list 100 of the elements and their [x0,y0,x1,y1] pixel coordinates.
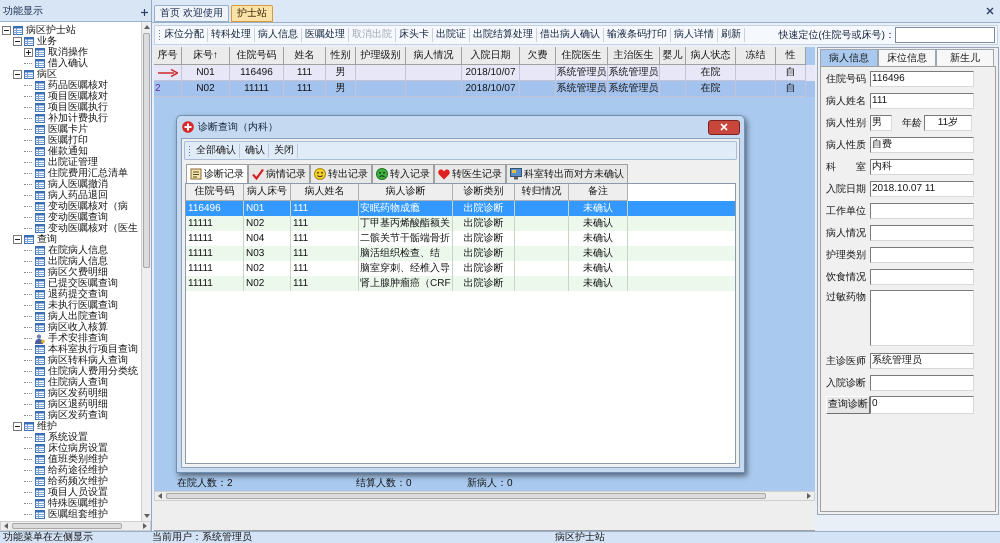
column-header[interactable]: 入院日期 [462,47,520,65]
tree-item[interactable]: 变动医嘱核对（病 [35,201,128,212]
text-field[interactable] [870,247,974,263]
tab[interactable]: 转入记录 [372,164,434,183]
tree-item[interactable]: 值班类别维护 [35,454,108,465]
tree-item[interactable]: 业务 [24,36,57,47]
tab[interactable]: 首页 欢迎使用 [154,5,229,22]
text-field[interactable] [870,203,974,219]
text-field[interactable]: 116496 [870,71,974,87]
tab[interactable]: 诊断记录 [186,164,248,183]
tree-item[interactable]: 借入确认 [35,58,88,69]
column-header[interactable]: 护理级别 [356,47,406,65]
collapse-icon[interactable] [13,422,22,431]
tree-item[interactable]: 住院病人费用分类统 [35,366,138,377]
tree-item[interactable]: 住院费用汇总清单 [35,168,128,179]
tree-item[interactable]: 补加计费执行 [35,113,108,124]
column-header[interactable]: 性别 [326,47,356,65]
scroll-thumb[interactable] [12,523,122,529]
tree-item[interactable]: 取消操作 [35,47,88,58]
tree-item[interactable]: 特殊医嘱维护 [35,498,108,509]
column-header[interactable]: 病人状态 [686,47,736,65]
tree-item[interactable]: 手术安排查询 [35,333,108,344]
text-area[interactable] [870,290,974,346]
table-row[interactable]: N01 116496 111 男 2018/10/07 系统管理员 系统管理员 在院 自 [154,65,815,81]
horizontal-scrollbar[interactable] [154,491,815,501]
vertical-scrollbar[interactable] [141,22,151,521]
tree-item[interactable]: 给药途径维护 [35,465,108,476]
column-header[interactable]: 病人诊断 [359,184,453,201]
close-icon[interactable] [986,7,994,15]
tree-item[interactable]: 病人出院查询 [35,311,108,322]
toolbar-button[interactable]: 出院结算处理 [470,28,537,42]
toolbar-button[interactable]: 刷新 [718,28,745,42]
toolbar-button[interactable]: 全部确认 [193,144,240,158]
text-field[interactable]: 0 [870,396,974,414]
tree-item[interactable]: 病人医嘱撤消 [35,179,108,190]
tab[interactable]: 科室转出而对方未确认 [506,164,628,183]
tree-item[interactable]: 病区发药查询 [35,410,108,421]
tab[interactable]: 床位信息 [878,49,936,66]
tree-item[interactable]: 医嘱卡片 [35,124,88,135]
toolbar-button[interactable]: 床位分配 [161,28,208,42]
tree-item[interactable]: 给药频次维护 [35,476,108,487]
column-header[interactable]: 冻结 [736,47,776,65]
tree-item[interactable]: 出院证管理 [35,157,98,168]
column-header[interactable]: 病人情况 [406,47,462,65]
plus-icon[interactable] [141,9,148,16]
tree-item[interactable]: 已提交医嘱查询 [35,278,118,289]
tree-item[interactable]: 本科室执行项目查询 [35,344,138,355]
collapse-icon[interactable] [13,235,22,244]
column-header[interactable]: 病人姓名 [291,184,359,201]
tree-item[interactable]: 病区转科病人查询 [35,355,128,366]
text-field[interactable] [870,269,974,285]
tree-item[interactable]: 出院病人信息 [35,256,108,267]
text-field[interactable]: 11岁 [924,115,972,131]
column-header[interactable]: 性 [776,47,806,65]
table-row[interactable]: 11111 N03 111 脑活组织检查、结 出院诊断 未确认 [186,246,735,261]
toolbar-button[interactable]: 医嘱处理 [302,28,349,42]
tree-item[interactable]: 病区护士站 [13,25,76,36]
collapse-icon[interactable] [2,26,11,35]
tree-item[interactable]: 床位病房设置 [35,443,108,454]
tree-item[interactable]: 催款通知 [35,146,88,157]
text-field[interactable]: 系统管理员 [870,353,974,369]
quick-locate-field[interactable] [895,27,995,43]
horizontal-scrollbar[interactable] [0,521,151,531]
tree-item[interactable]: 系统设置 [35,432,88,443]
tree-item[interactable]: 变动医嘱核对（医生 [35,223,138,234]
scroll-thumb[interactable] [143,33,150,268]
column-header[interactable]: 床号↑ [182,47,230,65]
tree-item[interactable]: 药品医嘱核对 [35,80,108,91]
tab[interactable]: 病情记录 [248,164,310,183]
toolbar-button[interactable]: 确认 [242,144,269,158]
column-header[interactable]: 姓名 [284,47,326,65]
toolbar-button[interactable]: 病人信息 [255,28,302,42]
column-header[interactable]: 住院号码 [230,47,284,65]
text-field[interactable]: 2018.10.07 11 [870,181,974,197]
tree-item[interactable]: 病人药品退回 [35,190,108,201]
column-header[interactable]: 婴儿 [660,47,686,65]
tree-item[interactable]: 医嘱打印 [35,135,88,146]
column-header[interactable]: 住院医生 [556,47,608,65]
tab[interactable]: 转医生记录 [434,164,506,183]
tree-item[interactable]: 病区欠费明细 [35,267,108,278]
column-header[interactable]: 欠费 [520,47,556,65]
collapse-icon[interactable] [13,37,22,46]
toolbar-button[interactable]: 输液条码打印 [604,28,671,42]
column-header[interactable]: 转归情况 [515,184,569,201]
column-header[interactable]: 诊断类别 [453,184,515,201]
table-row[interactable]: 11111 N02 111 肾上腺肿瘤癌（CRF 出院诊断 未确认 [186,276,735,291]
tab[interactable]: 护士站 [230,5,273,22]
tree-item[interactable]: 病区退药明细 [35,399,108,410]
tree-item[interactable]: 医嘱组套维护 [35,509,108,520]
query-button[interactable]: 查询诊断 [826,396,870,414]
tree-item[interactable]: 住院病人查询 [35,377,108,388]
tree-item[interactable]: 在院病人信息 [35,245,108,256]
tab[interactable]: 病人信息 [820,49,878,66]
tree-item[interactable]: 项目医嘱核对 [35,91,108,102]
tree-item[interactable]: 维护 [24,421,57,432]
tree-item[interactable]: 查询 [24,234,57,245]
tree-item[interactable]: 项目医嘱执行 [35,102,108,113]
column-header[interactable]: 主治医生 [608,47,660,65]
text-field[interactable] [870,375,974,391]
text-field[interactable]: 男 [870,115,892,131]
